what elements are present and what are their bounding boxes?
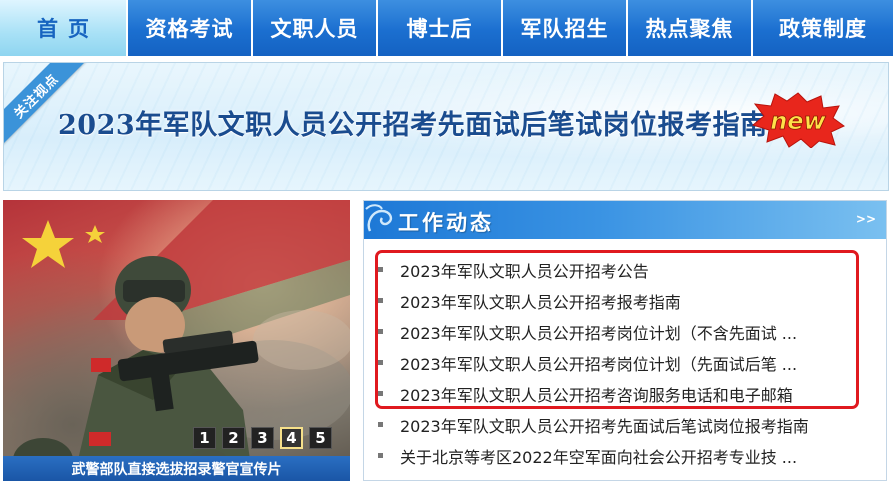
bullet-icon — [378, 422, 383, 427]
news-item[interactable]: 关于北京等考区2022年空军面向社会公开招考专业技 ... — [378, 440, 809, 471]
nav-postdoc[interactable]: 博士后 — [378, 0, 503, 56]
news-item[interactable]: 2023年军队文职人员公开招考岗位计划（不含先面试 ... — [378, 316, 809, 347]
slider-pagination: 1 2 3 4 5 — [193, 427, 332, 449]
news-item[interactable]: 2023年军队文职人员公开招考咨询服务电话和电子邮箱 — [378, 378, 809, 409]
bullet-icon — [378, 391, 383, 396]
new-badge-text: new — [770, 107, 826, 135]
news-list: 2023年军队文职人员公开招考公告 2023年军队文职人员公开招考报考指南 20… — [378, 254, 809, 471]
main-nav: 首页 资格考试 文职人员 博士后 军队招生 热点聚焦 政策制度 — [0, 0, 893, 56]
bullet-icon — [378, 298, 383, 303]
slider-caption[interactable]: 武警部队直接选拔招录警官宣传片 — [3, 456, 350, 481]
bullet-icon — [378, 329, 383, 334]
banner-title: 2023年军队文职人员公开招考先面试后笔试岗位报考指南 — [58, 110, 768, 141]
news-panel: 工作动态 >> 2023年军队文职人员公开招考公告 2023年军队文职人员公开招… — [363, 200, 887, 481]
bullet-icon — [378, 453, 383, 458]
bullet-icon — [378, 267, 383, 272]
news-item-title: 2023年军队文职人员公开招考先面试后笔试岗位报考指南 — [400, 416, 809, 436]
news-item-title: 2023年军队文职人员公开招考岗位计划（不含先面试 ... — [400, 323, 798, 343]
news-item[interactable]: 2023年军队文职人员公开招考报考指南 — [378, 285, 809, 316]
news-item[interactable]: 2023年军队文职人员公开招考先面试后笔试岗位报考指南 — [378, 409, 809, 440]
slider-page-1[interactable]: 1 — [193, 427, 216, 449]
new-badge-icon: new — [751, 92, 845, 148]
slider-page-2[interactable]: 2 — [222, 427, 245, 449]
nav-civilian-staff[interactable]: 文职人员 — [253, 0, 378, 56]
news-item-title: 关于北京等考区2022年空军面向社会公开招考专业技 ... — [400, 447, 798, 467]
nav-policy[interactable]: 政策制度 — [753, 0, 893, 56]
news-item-title: 2023年军队文职人员公开招考报考指南 — [400, 292, 681, 312]
slider-page-5[interactable]: 5 — [309, 427, 332, 449]
bullet-icon — [378, 360, 383, 365]
nav-qualification-exam[interactable]: 资格考试 — [128, 0, 253, 56]
news-item-title: 2023年军队文职人员公开招考公告 — [400, 261, 649, 281]
news-more-link[interactable]: >> — [856, 212, 876, 226]
star-icon — [22, 220, 74, 268]
news-panel-header: 工作动态 >> — [364, 201, 886, 239]
slider-page-3[interactable]: 3 — [251, 427, 274, 449]
news-item[interactable]: 2023年军队文职人员公开招考公告 — [378, 254, 809, 285]
nav-home[interactable]: 首页 — [0, 0, 128, 56]
news-panel-title: 工作动态 — [398, 210, 494, 235]
nav-hot-topics[interactable]: 热点聚焦 — [628, 0, 753, 56]
news-item[interactable]: 2023年军队文职人员公开招考岗位计划（先面试后笔 ... — [378, 347, 809, 378]
news-item-title: 2023年军队文职人员公开招考岗位计划（先面试后笔 ... — [400, 354, 798, 374]
slider-page-4[interactable]: 4 — [280, 427, 303, 449]
nav-military-enrollment[interactable]: 军队招生 — [503, 0, 628, 56]
news-item-title: 2023年军队文职人员公开招考咨询服务电话和电子邮箱 — [400, 385, 793, 405]
